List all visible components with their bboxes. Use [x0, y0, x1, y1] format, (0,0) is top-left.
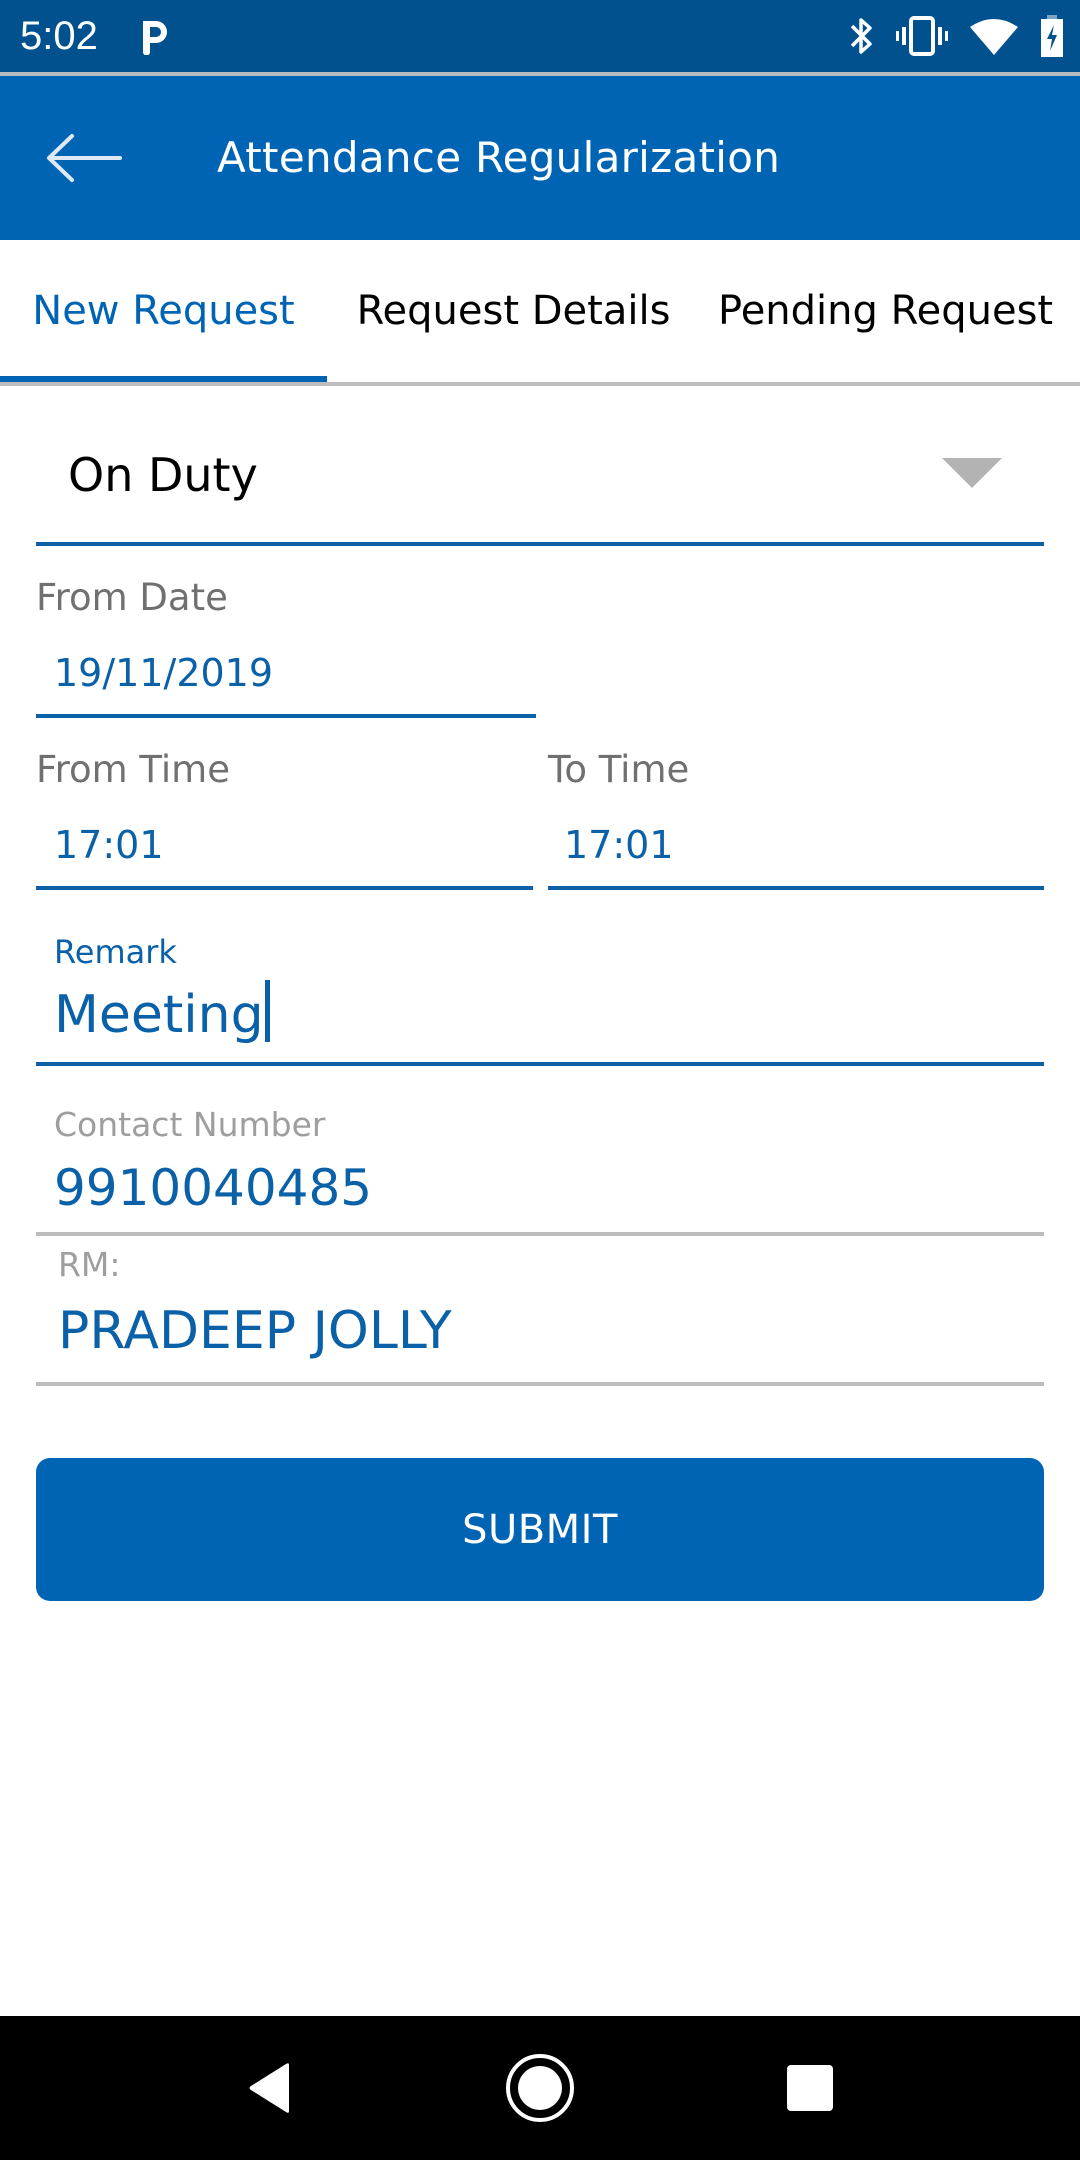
- request-type-value: On Duty: [68, 448, 258, 502]
- from-date-field[interactable]: 19/11/2019: [36, 636, 536, 718]
- request-type-dropdown[interactable]: On Duty: [36, 410, 1044, 546]
- remark-value: Meeting: [54, 985, 264, 1045]
- tab-new-request[interactable]: New Request: [0, 240, 327, 382]
- contact-number-value: 9910040485: [54, 1159, 373, 1217]
- to-time-field[interactable]: 17:01: [548, 808, 1044, 890]
- back-triangle-icon: [249, 2063, 289, 2113]
- status-bar: 5:02: [0, 0, 1080, 72]
- nav-back-button[interactable]: [220, 2038, 320, 2138]
- arrow-left-icon: [47, 134, 122, 182]
- remark-field[interactable]: Remark Meeting: [36, 920, 1044, 1066]
- remark-value-wrap: Meeting: [54, 980, 270, 1050]
- parking-p-icon: [143, 21, 167, 55]
- tab-label: Pending Request: [718, 288, 1054, 334]
- tab-label: Request Details: [356, 288, 671, 334]
- dropdown-triangle-icon: [942, 458, 1002, 488]
- submit-button[interactable]: SUBMIT: [36, 1458, 1044, 1601]
- nav-home-button[interactable]: [490, 2038, 590, 2138]
- from-date-label: From Date: [36, 576, 228, 619]
- active-tab-indicator: [0, 376, 327, 382]
- to-time-label: To Time: [548, 748, 690, 791]
- remark-label: Remark: [54, 933, 177, 971]
- wifi-icon: [970, 19, 1018, 55]
- battery-charging-icon: [1041, 15, 1063, 57]
- vibrate-icon: [896, 16, 948, 56]
- tab-label: New Request: [32, 288, 295, 334]
- status-time: 5:02: [20, 14, 98, 58]
- from-time-value: 17:01: [54, 823, 164, 867]
- tab-bar: New Request Request Details Pending Requ…: [0, 240, 1080, 386]
- tab-pending-request[interactable]: Pending Request: [718, 240, 1080, 382]
- from-time-label: From Time: [36, 748, 230, 791]
- tab-request-details[interactable]: Request Details: [327, 240, 700, 382]
- bluetooth-icon: [850, 18, 872, 54]
- recents-square-icon: [787, 2065, 833, 2111]
- rm-value: PRADEEP JOLLY: [58, 1301, 452, 1361]
- back-button[interactable]: [36, 118, 132, 198]
- contact-number-field[interactable]: Contact Number 9910040485: [36, 1096, 1044, 1236]
- from-date-value: 19/11/2019: [54, 651, 274, 695]
- status-icons: [848, 14, 1064, 58]
- contact-number-label: Contact Number: [54, 1105, 326, 1144]
- rm-field: RM: PRADEEP JOLLY: [36, 1236, 1044, 1386]
- to-time-value: 17:01: [564, 823, 674, 867]
- from-time-field[interactable]: 17:01: [36, 808, 533, 890]
- nav-recents-button[interactable]: [760, 2038, 860, 2138]
- app-toolbar: Attendance Regularization: [0, 76, 1080, 240]
- page-title: Attendance Regularization: [217, 133, 781, 182]
- rm-label: RM:: [58, 1245, 121, 1284]
- home-circle-icon: [506, 2054, 574, 2122]
- text-cursor: [264, 980, 270, 1042]
- system-nav-bar: [0, 2016, 1080, 2160]
